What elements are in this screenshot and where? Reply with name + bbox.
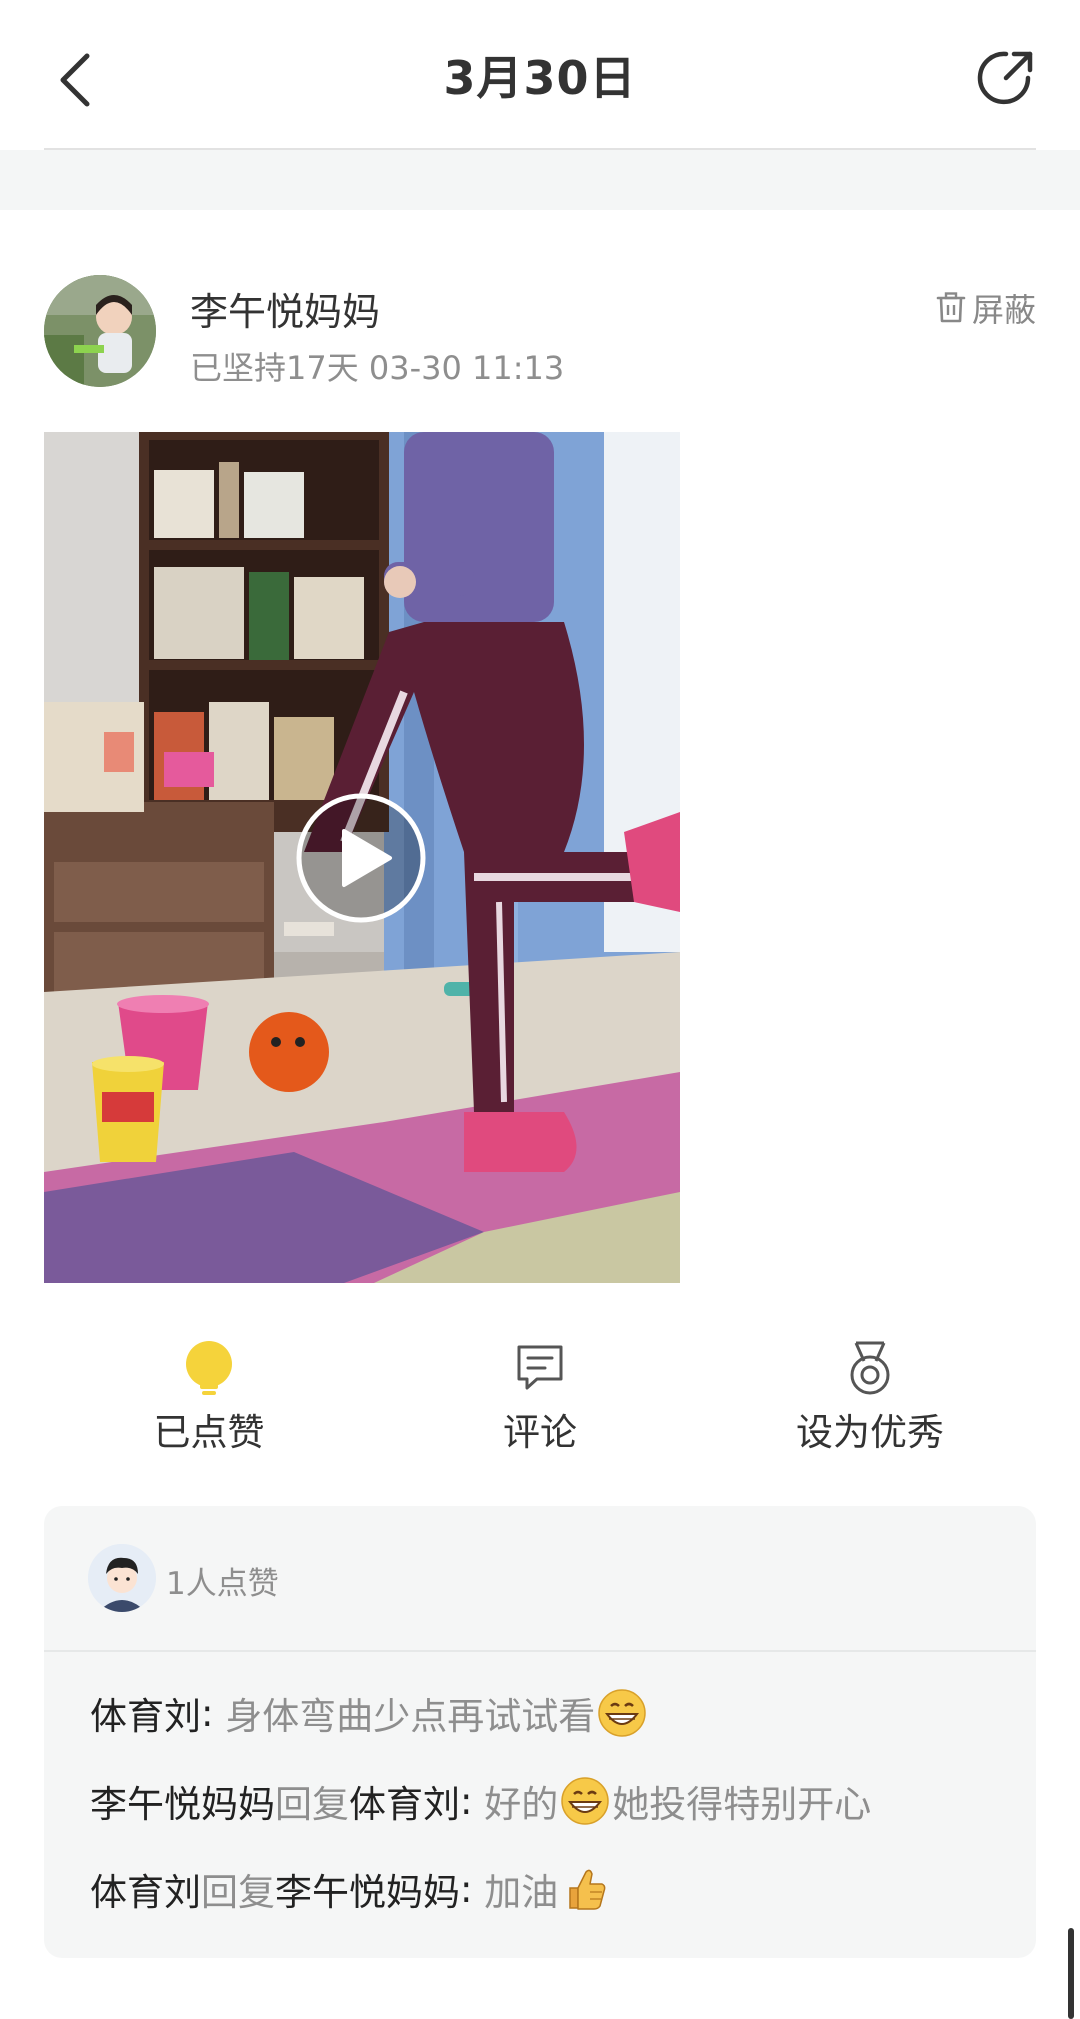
lightbulb-icon [186, 1341, 232, 1395]
play-button[interactable] [296, 793, 426, 923]
post-header: 李午悦妈妈 已坚持17天 03-30 11:13 屏蔽 [44, 275, 1036, 390]
post-meta: 已坚持17天 03-30 11:13 [190, 349, 565, 387]
like-count: 1人点赞 [166, 1566, 279, 1602]
share-button[interactable] [976, 48, 1036, 108]
medal-icon [850, 1341, 890, 1395]
section-spacer [0, 150, 1080, 210]
author-name[interactable]: 李午悦妈妈 [190, 281, 380, 336]
liker-avatar[interactable] [88, 1544, 156, 1612]
comment-text: 加油 [484, 1871, 559, 1914]
reply-word: 回复 [201, 1871, 275, 1914]
reply-word: 回复 [275, 1783, 349, 1826]
thumbs-up-emoji-icon [569, 1869, 606, 1910]
block-button[interactable]: 屏蔽 [936, 285, 1036, 331]
comment-text: 身体弯曲少点再试试看 [225, 1695, 596, 1738]
set-excellent-button[interactable]: 设为优秀 [770, 1340, 970, 1470]
post-actions: 已点赞 评论 设为优秀 [0, 1340, 1080, 1470]
comment-separator: : [460, 1779, 485, 1823]
scrollbar[interactable] [1068, 1928, 1074, 2019]
comment-separator: : [460, 1867, 485, 1911]
like-button[interactable]: 已点赞 [109, 1340, 309, 1470]
set-excellent-label: 设为优秀 [796, 1411, 944, 1454]
author-avatar[interactable] [44, 275, 156, 387]
comment-separator: : [201, 1691, 226, 1735]
comment-item[interactable]: 体育刘 : 身体弯曲少点再试试看 [90, 1686, 649, 1740]
grin-emoji-icon [598, 1689, 646, 1737]
page-title: 3月30日 [443, 51, 637, 105]
reply-target[interactable]: 李午悦妈妈 [275, 1862, 460, 1916]
comment-label: 评论 [503, 1411, 577, 1454]
comment-text-continued: 她投得特别开心 [612, 1783, 872, 1826]
top-nav-bar: 3月30日 [0, 0, 1080, 150]
comments-divider [44, 1650, 1036, 1652]
comments-panel: 1人点赞 体育刘 : 身体弯曲少点再试试看 李午悦妈妈 回复 体育刘 : 好的 … [44, 1506, 1036, 1958]
comment-author[interactable]: 李午悦妈妈 [90, 1774, 275, 1828]
share-icon [977, 51, 1033, 105]
play-icon [296, 793, 426, 923]
trash-icon [936, 292, 966, 323]
comment-item[interactable]: 体育刘 回复 李午悦妈妈 : 加油 [90, 1862, 612, 1916]
comment-author[interactable]: 体育刘 [90, 1686, 201, 1740]
comment-icon [517, 1345, 563, 1390]
grin-emoji-icon [561, 1777, 609, 1825]
comment-author[interactable]: 体育刘 [90, 1862, 201, 1916]
likes-row[interactable]: 1人点赞 [44, 1506, 1036, 1650]
comment-item[interactable]: 李午悦妈妈 回复 体育刘 : 好的 她投得特别开心 [90, 1774, 871, 1828]
block-label: 屏蔽 [971, 291, 1036, 329]
comment-text: 好的 [484, 1783, 559, 1826]
video-player[interactable] [44, 432, 680, 1283]
reply-target[interactable]: 体育刘 [349, 1774, 460, 1828]
comment-button[interactable]: 评论 [440, 1340, 640, 1470]
like-label: 已点赞 [153, 1411, 265, 1454]
